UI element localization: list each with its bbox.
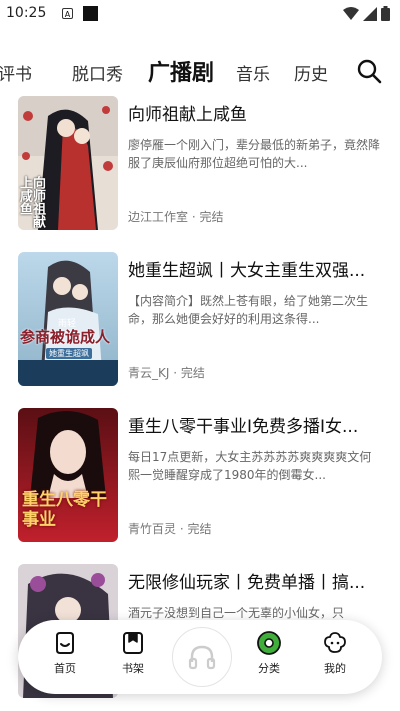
list-item[interactable]: 向师祖献上咸鱼 向师祖献上咸鱼 廖停雁一个刚入门，辈分最低的新弟子，竟然降服了庚…: [18, 96, 388, 232]
category-tabs: 评书 脱口秀 广播剧 音乐 历史: [0, 50, 400, 90]
book-author: 边江工作室: [128, 210, 189, 224]
status-time: 10:25: [6, 5, 47, 21]
book-title[interactable]: 重生八零干事业I免费多播I女...: [128, 412, 386, 437]
book-meta: 边江工作室 · 完结: [128, 208, 224, 225]
signal-icon: [363, 6, 377, 21]
category-icon: [257, 631, 281, 655]
cover-title: 向师祖献上咸鱼: [18, 176, 45, 228]
book-title[interactable]: 无限修仙玩家丨免费单播丨搞...: [128, 568, 386, 593]
book-description: 【内容简介】既然上苍有眼，给了她第二次生命，那么她便会好好的利用这条得...: [128, 294, 369, 326]
book-author: 青竹百灵: [128, 522, 177, 536]
notification-a-icon: A: [62, 8, 73, 19]
cover-title: 重生八零干事业: [22, 490, 107, 530]
list-item[interactable]: 雨轻 参商被诡成人 她重生超飒 她重生超飒丨大女主重生双强... 【内容简介】既…: [18, 252, 388, 388]
book-description: 每日17点更新，大女主苏苏苏苏爽爽爽爽文何熙一觉睡醒穿成了1980年的倒霉女..…: [128, 450, 372, 482]
book-meta: 青竹百灵 · 完结: [128, 520, 212, 537]
home-icon: [56, 632, 74, 654]
book-status: 完结: [180, 366, 205, 380]
nav-category[interactable]: 分类: [244, 630, 294, 676]
meta-separator: ·: [173, 366, 181, 380]
battery-icon: [381, 6, 390, 21]
headphones-icon: [188, 645, 216, 670]
book-cover[interactable]: 重生八零干事业: [18, 408, 118, 542]
book-status: 完结: [187, 522, 212, 536]
book-cover[interactable]: 向师祖献上咸鱼: [18, 96, 118, 230]
book-cover[interactable]: 雨轻 参商被诡成人 她重生超飒: [18, 252, 118, 386]
status-bar: 10:25 A: [0, 0, 400, 28]
tab-talk-show[interactable]: 脱口秀: [72, 60, 123, 85]
nav-bookshelf[interactable]: 书架: [108, 630, 158, 676]
list-item[interactable]: 重生八零干事业 重生八零干事业I免费多播I女... 每日17点更新，大女主苏苏苏…: [18, 408, 388, 544]
nav-home-label: 首页: [54, 662, 76, 675]
book-status: 完结: [199, 210, 224, 224]
wifi-icon: [343, 6, 359, 20]
nav-home[interactable]: 首页: [40, 630, 90, 676]
book-title[interactable]: 向师祖献上咸鱼: [128, 100, 386, 125]
nav-category-label: 分类: [258, 662, 280, 675]
notification-square-icon: [83, 6, 98, 21]
book-title[interactable]: 她重生超飒丨大女主重生双强...: [128, 256, 386, 281]
search-icon[interactable]: [356, 58, 382, 84]
bookshelf-icon: [123, 632, 143, 654]
book-description: 廖停雁一个刚入门，辈分最低的新弟子，竟然降服了庚辰仙府那位超绝可怕的大...: [128, 138, 381, 170]
cover-badge: 她重生超飒: [46, 348, 92, 359]
bottom-nav: 首页 书架 分类 我的: [18, 620, 382, 694]
tab-music[interactable]: 音乐: [236, 60, 270, 85]
player-button[interactable]: [172, 627, 232, 687]
tab-pingshu[interactable]: 评书: [0, 60, 32, 85]
nav-profile[interactable]: 我的: [310, 630, 360, 676]
tab-history[interactable]: 历史: [294, 60, 328, 85]
tab-radio-drama[interactable]: 广播剧: [148, 55, 214, 87]
nav-bookshelf-label: 书架: [122, 662, 144, 675]
cover-title: 参商被诡成人: [20, 328, 111, 346]
book-meta: 青云_KJ · 完结: [128, 364, 205, 381]
nav-profile-label: 我的: [324, 662, 346, 675]
profile-icon: [324, 632, 346, 653]
status-icons: [343, 6, 390, 21]
book-author: 青云_KJ: [128, 366, 170, 380]
